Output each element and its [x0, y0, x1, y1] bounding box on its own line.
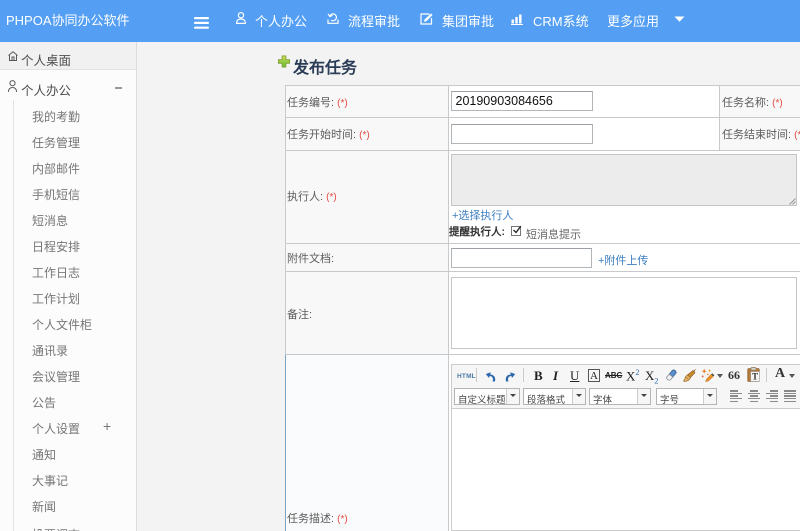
svg-text:T: T: [752, 372, 758, 382]
